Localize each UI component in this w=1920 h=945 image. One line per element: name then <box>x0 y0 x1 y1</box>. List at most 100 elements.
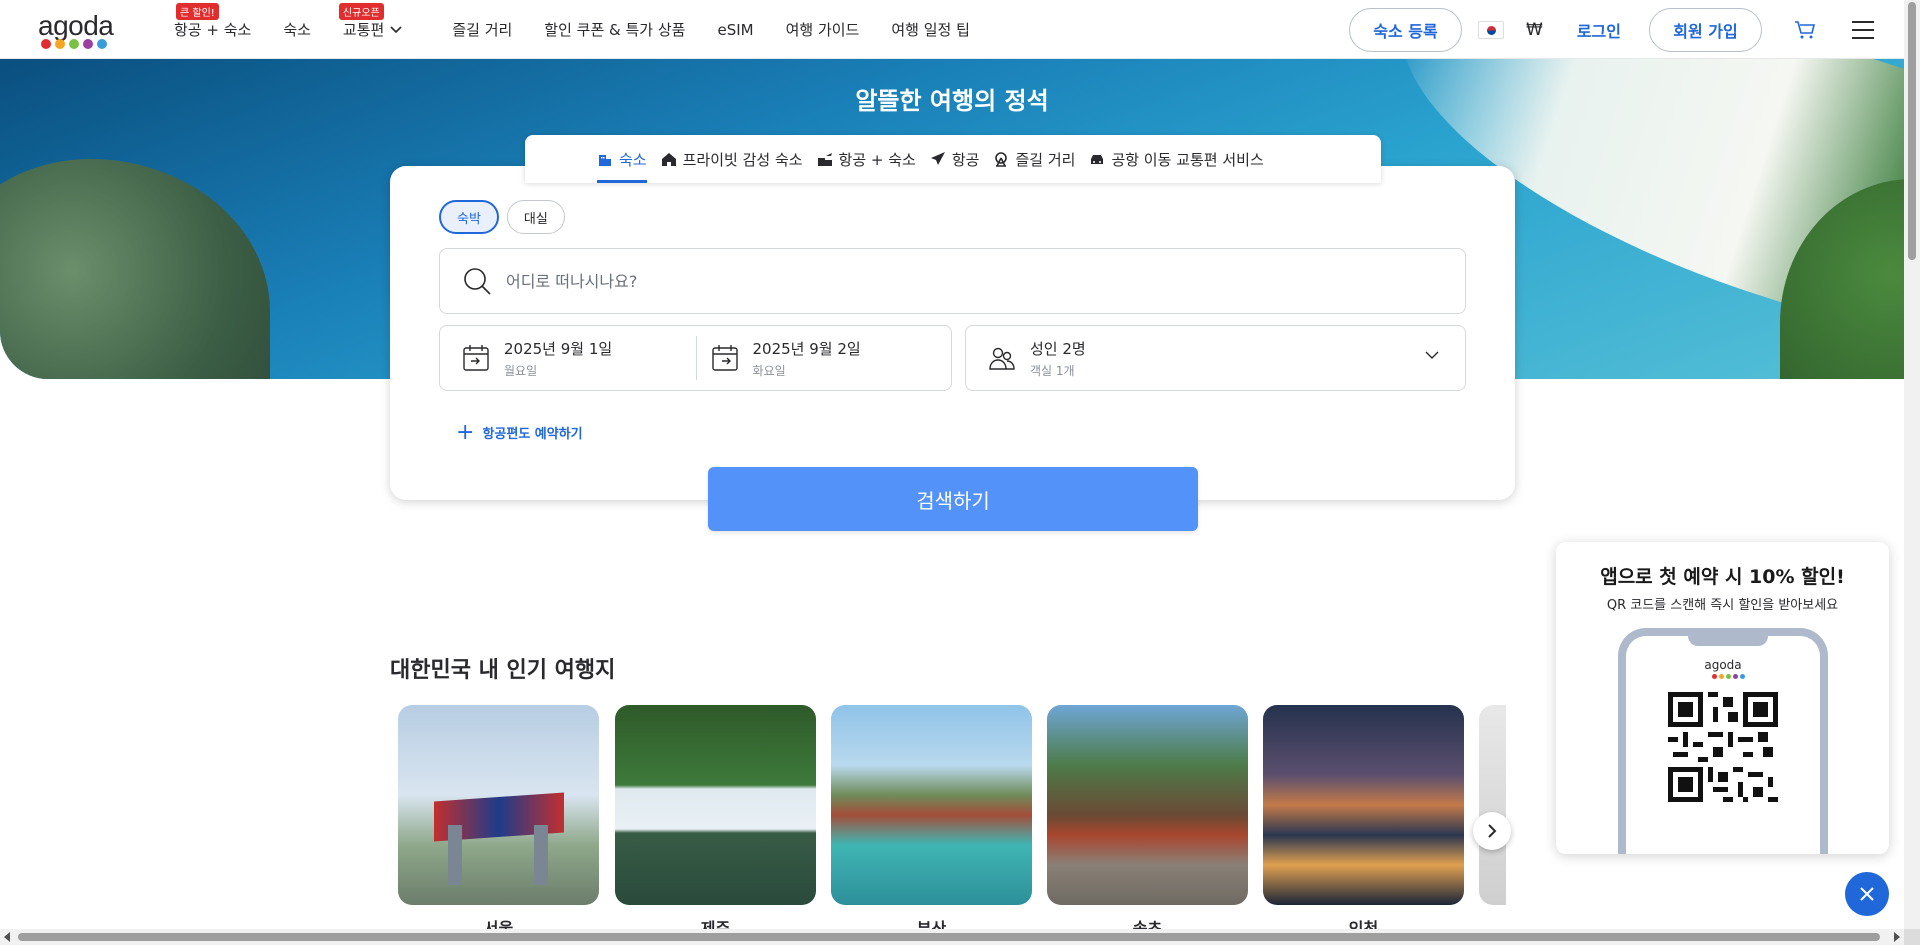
nav-esim[interactable]: eSIM <box>717 0 753 59</box>
page: agoda 큰 할인! 항공 + 숙소 숙소 신규오픈 교통편 즐길 거리 할인… <box>0 0 1920 945</box>
nav-label: 교통편 <box>342 21 385 39</box>
tab-flight-hotel[interactable]: 항공 + 숙소 <box>817 135 916 183</box>
scroll-right-arrow-icon[interactable] <box>1894 932 1900 942</box>
search-button[interactable]: 검색하기 <box>708 467 1198 531</box>
guests-field[interactable]: 성인 2명 객실 1개 <box>965 325 1466 391</box>
stay-type-dayuse[interactable]: 대실 <box>506 200 565 234</box>
carousel-next-button[interactable] <box>1473 812 1511 850</box>
signup-button[interactable]: 회원 가입 <box>1649 7 1762 52</box>
calendar-checkout-icon <box>711 345 738 371</box>
nav-label: 여행 가이드 <box>785 21 860 39</box>
promo-title: 앱으로 첫 예약 시 10% 할인! <box>1600 566 1845 588</box>
agoda-logo[interactable]: agoda <box>38 10 118 50</box>
city-card-seoul[interactable]: 서울 <box>398 705 599 939</box>
tab-label: 항공 + 숙소 <box>838 150 916 169</box>
tab-label: 즐길 거리 <box>1015 150 1076 169</box>
close-promo-button[interactable] <box>1845 872 1889 916</box>
popular-destinations-title: 대한민국 내 인기 여행지 <box>390 658 616 683</box>
vertical-scroll-thumb[interactable] <box>1908 2 1916 260</box>
header-actions: 숙소 등록 ₩ 로그인 회원 가입 <box>1349 0 1904 59</box>
search-card: 숙박 대실 2025년 9월 1일 월요일 2025년 9월 2일 화요일 <box>390 166 1515 500</box>
city-card-next[interactable] <box>1479 705 1506 905</box>
chevron-down-icon <box>1425 351 1439 359</box>
tab-label: 숙소 <box>619 150 647 169</box>
vertical-scrollbar[interactable] <box>1904 0 1920 929</box>
check-in-text: 2025년 9월 1일 월요일 <box>504 338 612 379</box>
promo-subtitle: QR 코드를 스캔해 즉시 할인을 받아보세요 <box>1606 598 1839 613</box>
tab-hotels[interactable]: 숙소 <box>597 135 647 183</box>
list-property-button[interactable]: 숙소 등록 <box>1349 7 1463 52</box>
add-flight-link[interactable]: + 항공편도 예약하기 <box>456 420 583 445</box>
check-in-day: 월요일 <box>504 363 538 378</box>
tab-airport-transfer[interactable]: 공항 이동 교통편 서비스 <box>1089 135 1264 183</box>
logo-dots <box>41 39 107 49</box>
scroll-left-arrow-icon[interactable] <box>4 932 10 942</box>
nav-label: 숙소 <box>283 21 311 39</box>
destination-input[interactable] <box>506 271 1406 291</box>
tab-flights[interactable]: 항공 <box>930 135 979 183</box>
ferris-wheel-icon <box>995 152 1008 167</box>
horizontal-scrollbar[interactable] <box>0 929 1904 945</box>
stay-type-overnight[interactable]: 숙박 <box>439 200 499 234</box>
city-card-busan[interactable]: 부산 <box>831 705 1032 939</box>
flight-hotel-icon <box>817 153 832 166</box>
phone-logo-dots <box>1712 674 1745 679</box>
chevron-down-icon <box>390 25 402 33</box>
close-icon <box>1860 887 1874 901</box>
destination-field[interactable] <box>439 248 1466 314</box>
check-out-text: 2025년 9월 2일 화요일 <box>753 338 861 379</box>
city-card-jeju[interactable]: 제주 <box>615 705 816 939</box>
check-in-date: 2025년 9월 1일 <box>504 339 613 358</box>
cart-icon[interactable] <box>1794 20 1816 40</box>
product-tabs: 숙소 프라이빗 감성 숙소 항공 + 숙소 항공 즐길 거리 공항 이동 교통편… <box>525 135 1381 183</box>
nav-transport[interactable]: 신규오픈 교통편 <box>338 0 402 59</box>
city-image <box>398 705 599 905</box>
top-header: agoda 큰 할인! 항공 + 숙소 숙소 신규오픈 교통편 즐길 거리 할인… <box>0 0 1904 59</box>
city-image <box>1047 705 1248 905</box>
login-link[interactable]: 로그인 <box>1577 18 1621 42</box>
hamburger-menu-icon[interactable] <box>1852 20 1874 39</box>
plus-icon: + <box>456 420 475 445</box>
tab-label: 프라이빗 감성 숙소 <box>682 150 803 169</box>
korea-flag-icon[interactable] <box>1478 20 1505 39</box>
nav-travel-guide[interactable]: 여행 가이드 <box>786 0 860 59</box>
qr-code-icon <box>1668 692 1778 802</box>
add-flight-label: 항공편도 예약하기 <box>482 427 583 442</box>
phone-mockup: agoda <box>1618 628 1828 854</box>
nav-deals[interactable]: 할인 쿠폰 & 특가 상품 <box>544 0 685 59</box>
tab-private-stays[interactable]: 프라이빗 감성 숙소 <box>661 135 803 183</box>
city-card-sokcho[interactable]: 속초 <box>1047 705 1248 939</box>
scrollbar-corner <box>1904 929 1920 945</box>
nav-hotels[interactable]: 숙소 <box>283 0 311 59</box>
nav-itinerary-tips[interactable]: 여행 일정 팁 <box>891 0 970 59</box>
currency-selector[interactable]: ₩ <box>1526 20 1543 40</box>
nav-label: 할인 쿠폰 & 특가 상품 <box>544 21 686 39</box>
tab-activities[interactable]: 즐길 거리 <box>993 135 1075 183</box>
nav-activities[interactable]: 즐길 거리 <box>452 0 512 59</box>
hero-title: 알뜰한 여행의 정석 <box>855 87 1049 115</box>
guests-icon <box>989 347 1015 370</box>
chevron-right-icon <box>1488 824 1497 838</box>
check-out-day: 화요일 <box>752 363 786 378</box>
nav-label: 즐길 거리 <box>452 21 513 39</box>
date-range: 2025년 9월 1일 월요일 2025년 9월 2일 화요일 <box>439 325 952 391</box>
hotel-icon <box>599 155 611 166</box>
rooms-count: 객실 1개 <box>1030 363 1075 378</box>
city-image <box>1263 705 1464 905</box>
tab-label: 공항 이동 교통편 서비스 <box>1111 150 1264 169</box>
home-icon <box>661 153 676 166</box>
main-nav: 큰 할인! 항공 + 숙소 숙소 신규오픈 교통편 즐길 거리 할인 쿠폰 & … <box>174 0 1002 59</box>
check-out-field[interactable]: 2025년 9월 2일 화요일 <box>695 336 952 380</box>
city-image <box>831 705 1032 905</box>
horizontal-scroll-thumb[interactable] <box>18 933 1880 941</box>
check-in-field[interactable]: 2025년 9월 1일 월요일 <box>440 326 696 390</box>
city-card-incheon[interactable]: 인천 <box>1263 705 1464 939</box>
nav-label: eSIM <box>717 20 754 39</box>
nav-flight-hotel[interactable]: 큰 할인! 항공 + 숙소 <box>174 0 251 59</box>
city-image <box>615 705 816 905</box>
logo-text: agoda <box>38 10 114 41</box>
check-out-date: 2025년 9월 2일 <box>752 339 861 358</box>
search-icon <box>464 268 491 295</box>
hero-island-left <box>0 159 270 379</box>
car-icon <box>1091 155 1104 164</box>
